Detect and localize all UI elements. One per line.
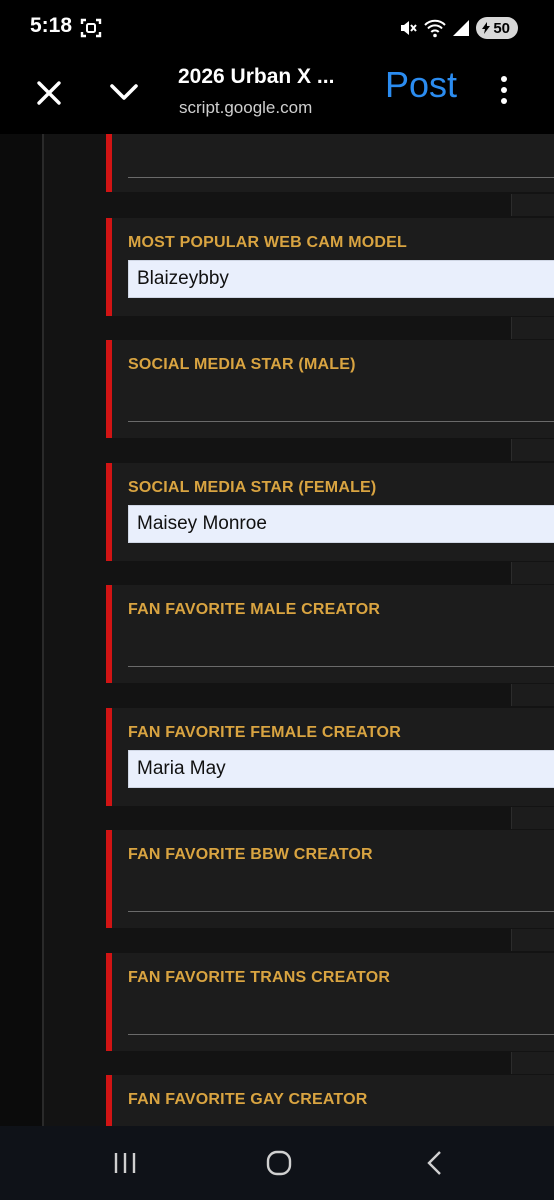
answer-field[interactable] — [128, 629, 554, 667]
section-separator — [511, 317, 554, 339]
mute-icon — [401, 21, 418, 35]
battery-icon: 50 — [476, 17, 518, 39]
post-button[interactable]: Post — [385, 64, 457, 106]
question-card: FAN FAVORITE BBW CREATOR — [106, 830, 554, 928]
answer-field[interactable]: Maisey Monroe — [128, 505, 554, 543]
answer-field[interactable] — [128, 997, 554, 1035]
card-accent — [106, 218, 112, 316]
status-bar: 5:18 50 — [0, 0, 554, 58]
system-nav-bar — [0, 1126, 554, 1200]
question-label: FAN FAVORITE MALE CREATOR — [128, 601, 381, 618]
question-card — [106, 134, 554, 192]
card-accent — [106, 134, 112, 192]
question-card: SOCIAL MEDIA STAR (FEMALE) Maisey Monroe — [106, 463, 554, 561]
card-accent — [106, 830, 112, 928]
page-title: 2026 Urban X ... — [178, 65, 335, 88]
section-separator — [511, 439, 554, 461]
question-label: FAN FAVORITE TRANS CREATOR — [128, 969, 391, 986]
status-time: 5:18 — [30, 14, 73, 37]
answer-field[interactable] — [128, 874, 554, 912]
signal-icon — [453, 20, 470, 36]
section-separator — [511, 562, 554, 584]
answer-field[interactable]: Maria May — [128, 750, 554, 788]
recents-icon[interactable] — [113, 1152, 137, 1174]
card-accent — [106, 1075, 112, 1126]
section-separator — [511, 1052, 554, 1074]
question-label: FAN FAVORITE BBW CREATOR — [128, 846, 373, 863]
section-separator — [511, 807, 554, 829]
battery-level: 50 — [493, 19, 510, 37]
question-label: MOST POPULAR WEB CAM MODEL — [128, 234, 407, 251]
browser-toolbar: 2026 Urban X ... script.google.com Post — [0, 58, 554, 134]
question-card: MOST POPULAR WEB CAM MODEL Blaizeybby — [106, 218, 554, 316]
left-gutter — [0, 134, 42, 1126]
answer-field[interactable] — [128, 384, 554, 422]
home-icon[interactable] — [266, 1150, 292, 1176]
card-accent — [106, 708, 112, 806]
more-vert-icon[interactable] — [497, 76, 511, 109]
question-label: SOCIAL MEDIA STAR (MALE) — [128, 356, 356, 373]
card-accent — [106, 463, 112, 561]
section-separator — [511, 684, 554, 706]
question-label: FAN FAVORITE FEMALE CREATOR — [128, 724, 401, 741]
chevron-down-icon[interactable] — [108, 80, 140, 104]
answer-field[interactable] — [128, 140, 554, 178]
question-card: FAN FAVORITE TRANS CREATOR — [106, 953, 554, 1051]
question-label: SOCIAL MEDIA STAR (FEMALE) — [128, 479, 377, 496]
question-card: SOCIAL MEDIA STAR (MALE) — [106, 340, 554, 438]
back-icon[interactable] — [426, 1150, 444, 1176]
card-accent — [106, 953, 112, 1051]
question-card: FAN FAVORITE MALE CREATOR — [106, 585, 554, 683]
card-accent — [106, 585, 112, 683]
question-card: FAN FAVORITE FEMALE CREATOR Maria May — [106, 708, 554, 806]
status-icons: 50 — [398, 14, 518, 42]
wifi-icon — [424, 19, 447, 38]
page-url: script.google.com — [179, 98, 313, 117]
card-accent — [106, 340, 112, 438]
section-separator — [511, 929, 554, 951]
screenshot-icon — [80, 18, 102, 38]
question-label: FAN FAVORITE GAY CREATOR — [128, 1091, 368, 1108]
section-separator — [511, 194, 554, 216]
answer-field[interactable]: Blaizeybby — [128, 260, 554, 298]
close-icon[interactable] — [34, 78, 64, 108]
question-card: FAN FAVORITE GAY CREATOR — [106, 1075, 554, 1126]
form-content[interactable]: MOST POPULAR WEB CAM MODEL Blaizeybby SO… — [0, 134, 554, 1126]
